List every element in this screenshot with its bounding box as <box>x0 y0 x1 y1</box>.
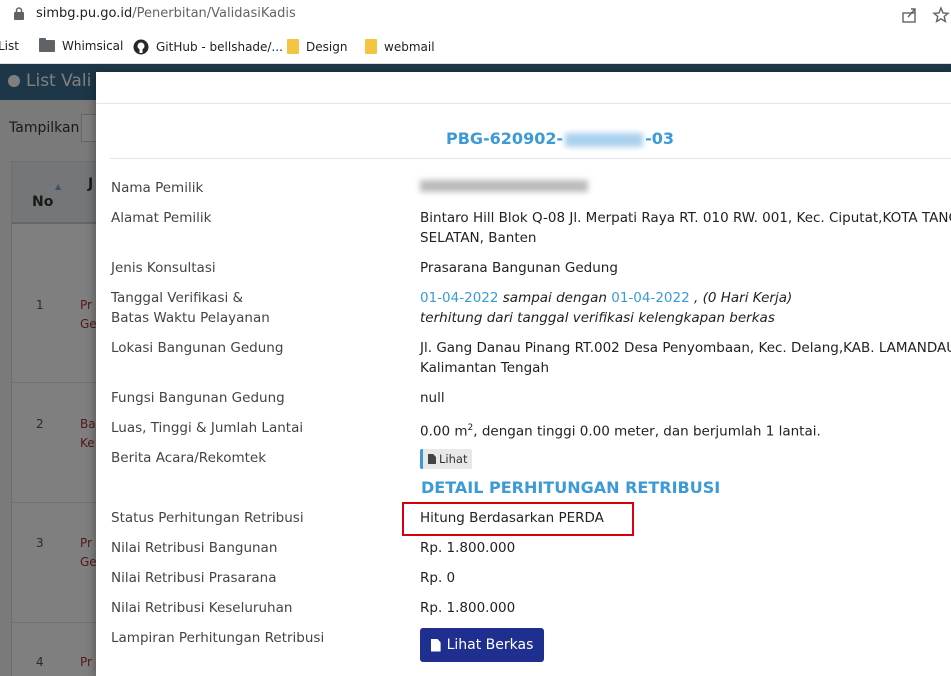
infrastructure-retribution-value: Rp. 0 <box>420 570 456 586</box>
location-line1: Jl. Gang Danau Pinang RT.002 Desa Penyom… <box>420 340 951 356</box>
note-icon <box>365 39 377 54</box>
modal-header <box>96 72 951 104</box>
infrastructure-retribution-label: Nilai Retribusi Prasarana <box>111 570 277 586</box>
verification-date-label-line2: Batas Waktu Pelayanan <box>111 310 270 326</box>
redacted-name <box>420 180 588 192</box>
report-label: Berita Acara/Rekomtek <box>111 450 267 466</box>
consultation-type-label: Jenis Konsultasi <box>111 260 216 276</box>
bookmark-label: Design <box>306 39 348 54</box>
owner-address-line2: SELATAN, Banten <box>420 230 537 246</box>
permit-number-suffix: -03 <box>645 129 675 148</box>
area-value-b: , dengan tinggi 0.00 meter, dan berjumla… <box>473 423 821 440</box>
end-date: 01-04-2022 <box>611 290 690 306</box>
area-value-a: 0.00 m <box>420 423 468 440</box>
view-report-label: Lihat <box>439 452 468 466</box>
file-icon <box>428 454 436 464</box>
view-report-button[interactable]: Lihat <box>420 449 473 469</box>
owner-address-line1: Bintaro Hill Blok Q-08 Jl. Merpati Raya … <box>420 210 951 226</box>
permit-number: PBG-620902- -03 <box>96 129 951 148</box>
bookmarks-bar: List Whimsical GitHub - bellshade/... De… <box>0 30 951 64</box>
note-icon <box>287 39 299 54</box>
divider <box>110 158 951 159</box>
retribution-detail-heading: DETAIL PERHITUNGAN RETRIBUSI <box>421 478 721 497</box>
owner-name-value <box>420 178 588 198</box>
consultation-type-value: Prasarana Bangunan Gedung <box>420 260 618 276</box>
retribution-attachment-label: Lampiran Perhitungan Retribusi <box>111 630 325 646</box>
url-path: /Penerbitan/ValidasiKadis <box>132 6 296 21</box>
bookmark-list[interactable]: List <box>0 39 19 53</box>
bookmark-whimsical[interactable]: Whimsical <box>39 38 124 53</box>
verification-note: terhitung dari tanggal verifikasi keleng… <box>420 310 775 326</box>
permit-number-prefix: PBG-620902- <box>445 129 564 148</box>
detail-modal: PBG-620902- -03 Nama Pemilik Alamat Pemil… <box>96 72 951 676</box>
building-function-value: null <box>420 390 445 406</box>
redacted-block <box>565 132 644 147</box>
bookmark-label: GitHub - bellshade/... <box>156 40 283 54</box>
building-retribution-label: Nilai Retribusi Bangunan <box>111 540 278 556</box>
total-retribution-value: Rp. 1.800.000 <box>420 600 516 616</box>
bookmark-github[interactable]: GitHub - bellshade/... <box>133 39 283 55</box>
browser-url-bar[interactable]: simbg.pu.go.id/Penerbitan/ValidasiKadis <box>0 0 951 30</box>
bookmark-design[interactable]: Design <box>287 39 347 54</box>
verification-date-value: 01-04-2022 sampai dengan 01-04-2022 , (0… <box>420 288 792 308</box>
bookmark-label: Whimsical <box>62 39 124 53</box>
url-text[interactable]: simbg.pu.go.id/Penerbitan/ValidasiKadis <box>36 6 296 21</box>
building-retribution-value: Rp. 1.800.000 <box>420 540 516 556</box>
folder-icon <box>39 38 55 52</box>
start-date: 01-04-2022 <box>420 290 499 306</box>
bookmark-label: List <box>0 39 19 53</box>
owner-address-label: Alamat Pemilik <box>111 210 212 226</box>
owner-name-label: Nama Pemilik <box>111 180 204 196</box>
bookmark-webmail[interactable]: webmail <box>365 39 435 54</box>
lock-icon <box>14 7 24 20</box>
view-files-button[interactable]: Lihat Berkas <box>420 628 544 662</box>
location-line2: Kalimantan Tengah <box>420 360 549 376</box>
area-label: Luas, Tinggi & Jumlah Lantai <box>111 420 304 436</box>
verification-date-label-line1: Tanggal Verifikasi & <box>111 290 244 306</box>
working-days: , (0 Hari Kerja) <box>689 290 793 306</box>
retribution-status-value: Hitung Berdasarkan PERDA <box>420 510 604 526</box>
github-icon <box>133 39 149 55</box>
building-function-label: Fungsi Bangunan Gedung <box>111 390 285 406</box>
bookmark-label: webmail <box>384 39 435 54</box>
star-icon[interactable] <box>932 6 950 24</box>
retribution-status-label: Status Perhitungan Retribusi <box>111 510 304 526</box>
view-files-label: Lihat Berkas <box>446 637 534 653</box>
url-host: simbg.pu.go.id <box>36 6 133 21</box>
share-icon[interactable] <box>901 6 919 24</box>
total-retribution-label: Nilai Retribusi Keseluruhan <box>111 600 293 616</box>
location-label: Lokasi Bangunan Gedung <box>111 340 284 356</box>
area-value: 0.00 m2, dengan tinggi 0.00 meter, dan b… <box>420 418 821 442</box>
file-icon <box>430 638 441 652</box>
date-range-text: sampai dengan <box>498 290 612 306</box>
